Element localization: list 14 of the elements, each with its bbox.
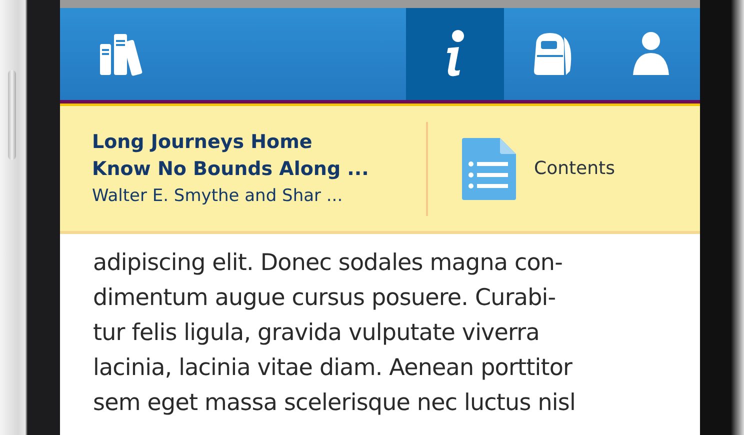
backpack-icon	[532, 31, 574, 77]
info-icon	[444, 30, 466, 78]
book-title: Know No Bounds Along ...	[92, 156, 370, 182]
body-text-line: lacinia, lacinia vitae diam. Aenean porttitor	[93, 354, 574, 383]
document-list-icon	[462, 138, 516, 200]
body-text-line: tur felis ligula, gravida vulputate viverra	[93, 319, 540, 348]
book-authors: Walter E. Smythe and Shar ...	[92, 184, 344, 208]
body-text-line: dimentum augue cursus posuere. Curabi-	[93, 284, 557, 313]
body-text-line: adipiscing elit. Donec sodales magna con-	[93, 249, 564, 278]
contents-button[interactable]: Contents	[462, 138, 615, 200]
book-title: Long Journeys Home	[92, 130, 314, 154]
info-tab[interactable]	[406, 8, 504, 100]
person-icon	[631, 31, 671, 77]
body-text-line: sem eget massa scelerisque nec luctus nisl	[93, 389, 576, 418]
